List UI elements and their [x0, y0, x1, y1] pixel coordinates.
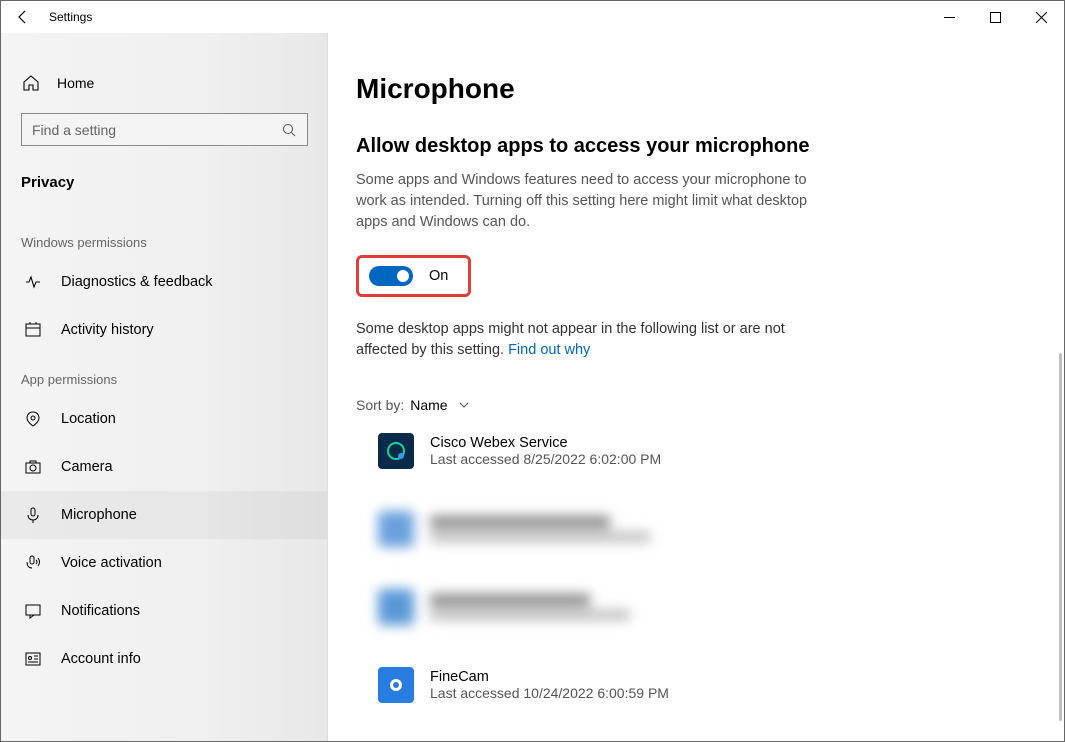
highlight-annotation: On — [356, 255, 471, 297]
sidebar-item-label: Voice activation — [61, 555, 162, 571]
sidebar: Home Privacy Windows permissions Diagnos… — [1, 33, 328, 741]
app-last-accessed — [430, 610, 630, 620]
app-icon — [378, 589, 414, 625]
close-icon — [1036, 12, 1047, 23]
app-row-redacted — [378, 511, 1024, 547]
sidebar-item-camera[interactable]: Camera — [21, 443, 308, 491]
maximize-button[interactable] — [972, 1, 1018, 33]
account-icon — [23, 649, 43, 669]
secondary-description: Some desktop apps might not appear in th… — [356, 319, 796, 361]
sidebar-item-label: Microphone — [61, 507, 137, 523]
app-last-accessed — [430, 532, 650, 542]
home-link[interactable]: Home — [21, 73, 308, 93]
sort-selector[interactable]: Sort by: Name — [356, 397, 1024, 413]
sort-label: Sort by: — [356, 397, 404, 413]
close-button[interactable] — [1018, 1, 1064, 33]
diagnostics-icon — [23, 272, 43, 292]
sidebar-item-label: Activity history — [61, 322, 154, 338]
sidebar-item-label: Camera — [61, 459, 113, 475]
search-box[interactable] — [21, 113, 308, 146]
app-row: Cisco Webex Service Last accessed 8/25/2… — [378, 433, 1024, 469]
app-icon — [378, 511, 414, 547]
desktop-apps-toggle[interactable] — [369, 266, 413, 286]
sidebar-item-label: Location — [61, 411, 116, 427]
scrollbar[interactable] — [1059, 353, 1062, 721]
camera-icon — [23, 457, 43, 477]
find-out-why-link[interactable]: Find out why — [508, 342, 590, 358]
window-title: Settings — [49, 10, 92, 24]
home-icon — [21, 73, 41, 93]
search-icon — [281, 122, 297, 138]
app-icon — [378, 433, 414, 469]
sidebar-item-diagnostics[interactable]: Diagnostics & feedback — [21, 258, 308, 306]
app-icon — [378, 667, 414, 703]
title-bar: Settings — [1, 1, 1064, 33]
app-row: FineCam Last accessed 10/24/2022 6:00:59… — [378, 667, 1024, 703]
activity-icon — [23, 320, 43, 340]
sidebar-item-microphone[interactable]: Microphone — [1, 491, 328, 539]
section-description: Some apps and Windows features need to a… — [356, 170, 816, 233]
back-button[interactable] — [1, 1, 45, 33]
sidebar-item-label: Account info — [61, 651, 141, 667]
location-icon — [23, 409, 43, 429]
current-section-label: Privacy — [21, 174, 308, 191]
notifications-icon — [23, 601, 43, 621]
app-name: Cisco Webex Service — [430, 435, 661, 451]
app-row-redacted — [378, 589, 1024, 625]
microphone-icon — [23, 505, 43, 525]
minimize-button[interactable] — [926, 1, 972, 33]
section-title: Allow desktop apps to access your microp… — [356, 135, 1024, 158]
search-input[interactable] — [32, 122, 281, 138]
group-windows-permissions: Windows permissions — [21, 235, 308, 250]
sidebar-item-account[interactable]: Account info — [21, 635, 308, 683]
voice-icon — [23, 553, 43, 573]
app-name: FineCam — [430, 669, 669, 685]
sidebar-item-activity[interactable]: Activity history — [21, 306, 308, 354]
home-label: Home — [57, 75, 94, 91]
app-last-accessed: Last accessed 10/24/2022 6:00:59 PM — [430, 685, 669, 701]
sidebar-item-label: Diagnostics & feedback — [61, 274, 213, 290]
chevron-down-icon — [458, 399, 470, 411]
sort-value: Name — [410, 397, 447, 413]
maximize-icon — [990, 12, 1001, 23]
sidebar-item-notifications[interactable]: Notifications — [21, 587, 308, 635]
arrow-left-icon — [15, 9, 31, 25]
app-list: Cisco Webex Service Last accessed 8/25/2… — [356, 433, 1024, 741]
app-name — [430, 516, 610, 528]
minimize-icon — [944, 12, 955, 23]
app-name — [430, 594, 590, 606]
app-last-accessed: Last accessed 8/25/2022 6:02:00 PM — [430, 451, 661, 467]
group-app-permissions: App permissions — [21, 372, 308, 387]
sidebar-item-label: Notifications — [61, 603, 140, 619]
content-area: Microphone Allow desktop apps to access … — [328, 33, 1064, 741]
toggle-state-label: On — [429, 268, 448, 284]
sidebar-item-voice[interactable]: Voice activation — [21, 539, 308, 587]
page-title: Microphone — [356, 73, 1024, 105]
sidebar-item-location[interactable]: Location — [21, 395, 308, 443]
